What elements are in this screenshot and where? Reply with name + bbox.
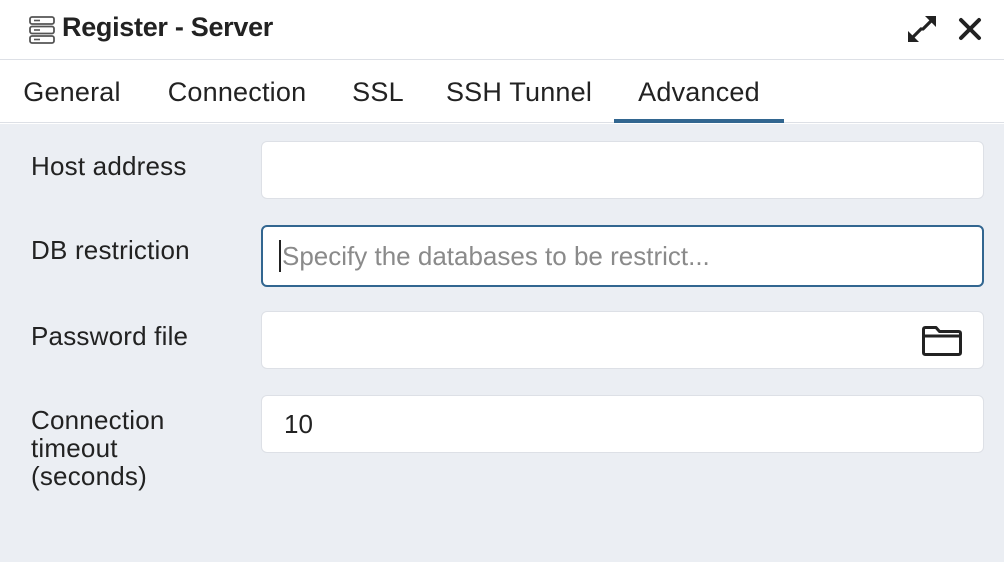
connection-timeout-label: Connection timeout (seconds) bbox=[31, 406, 165, 490]
password-file-input[interactable] bbox=[262, 312, 983, 368]
tab-connection[interactable]: Connection bbox=[150, 61, 324, 122]
tab-ssh-tunnel[interactable]: SSH Tunnel bbox=[432, 61, 606, 122]
password-file-field bbox=[261, 311, 984, 369]
password-file-label: Password file bbox=[31, 321, 189, 351]
db-restriction-field bbox=[261, 225, 984, 287]
connection-timeout-field bbox=[261, 395, 984, 453]
close-icon[interactable] bbox=[956, 14, 984, 44]
connection-timeout-label-line: timeout bbox=[31, 433, 118, 463]
dialog-titlebar: Register - Server bbox=[0, 0, 1004, 60]
connection-timeout-input[interactable] bbox=[262, 396, 983, 452]
db-restriction-input[interactable] bbox=[263, 227, 982, 285]
tab-advanced[interactable]: Advanced bbox=[614, 61, 784, 123]
expand-icon[interactable] bbox=[906, 14, 938, 44]
server-icon bbox=[29, 16, 55, 44]
tab-bar: General Connection SSL SSH Tunnel Advanc… bbox=[0, 61, 1004, 123]
advanced-panel: Host address DB restriction Password fil… bbox=[0, 124, 1004, 562]
host-address-field bbox=[261, 141, 984, 199]
dialog-title: Register - Server bbox=[62, 12, 274, 42]
tab-ssl[interactable]: SSL bbox=[340, 61, 416, 122]
db-restriction-label: DB restriction bbox=[31, 235, 190, 265]
connection-timeout-label-line: (seconds) bbox=[31, 461, 147, 491]
folder-icon[interactable] bbox=[921, 325, 963, 357]
host-address-label: Host address bbox=[31, 151, 187, 181]
host-address-input[interactable] bbox=[262, 142, 983, 198]
connection-timeout-label-line: Connection bbox=[31, 405, 165, 435]
tab-general[interactable]: General bbox=[10, 61, 134, 122]
